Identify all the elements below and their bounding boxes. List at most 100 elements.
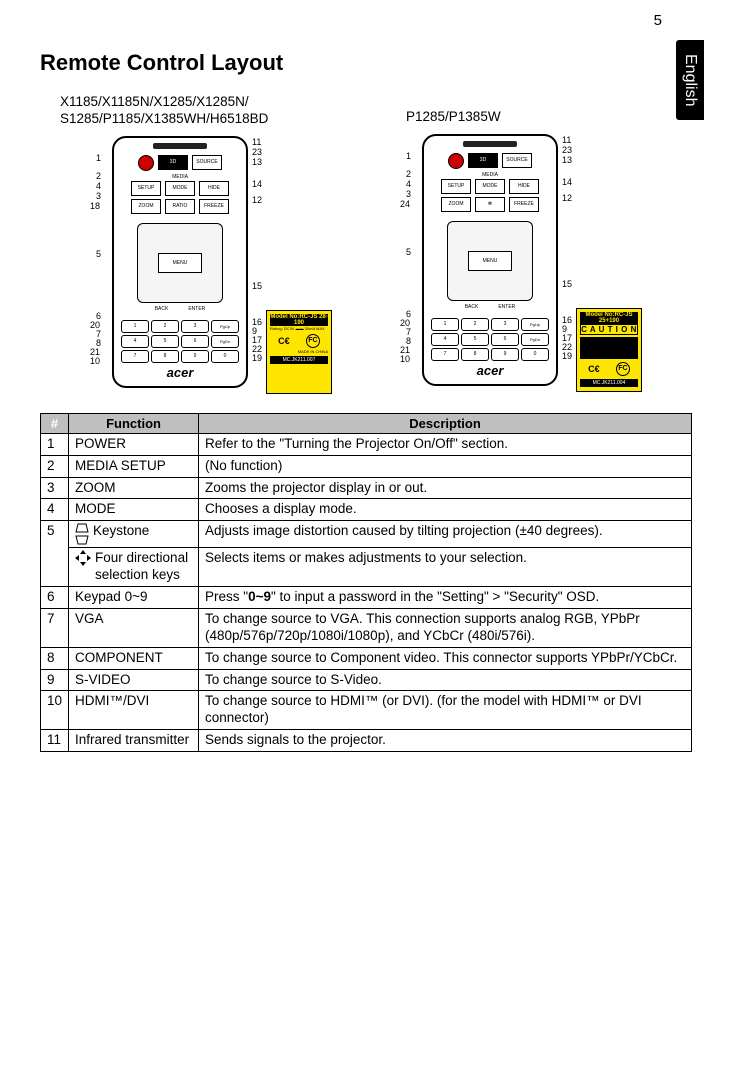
table-row: 8 COMPONENT To change source to Componen… — [41, 647, 692, 669]
callout: 5 — [96, 250, 101, 259]
callout: 12 — [252, 196, 262, 205]
cell-num: 11 — [41, 730, 69, 752]
cell-fn: MEDIA SETUP — [69, 455, 199, 477]
callout: 11 — [562, 136, 571, 145]
cell-num: 3 — [41, 477, 69, 499]
brand-logo: acer — [424, 363, 556, 378]
cell-desc: Sends signals to the projector. — [199, 730, 692, 752]
table-row: 6 Keypad 0~9 Press "0~9" to input a pass… — [41, 587, 692, 609]
callout: 1 — [96, 154, 101, 163]
callout: 12 — [562, 194, 572, 203]
callout: 23 — [252, 148, 262, 157]
cell-desc: Press "0~9" to input a password in the "… — [199, 587, 692, 609]
cell-num: 2 — [41, 455, 69, 477]
callout: 13 — [252, 158, 262, 167]
cell-desc: Refer to the "Turning the Projector On/O… — [199, 433, 692, 455]
callout: 19 — [562, 352, 572, 361]
table-row: 4 MODE Chooses a display mode. — [41, 499, 692, 521]
diagram-row: X1185/X1185N/X1285/X1285N/ S1285/P1185/X… — [60, 94, 692, 397]
cell-fn: ZOOM — [69, 477, 199, 499]
cell-fn: POWER — [69, 433, 199, 455]
cell-desc: (No function) — [199, 455, 692, 477]
cell-fn: COMPONENT — [69, 647, 199, 669]
diagram-left-label: X1185/X1185N/X1285/X1285N/ S1285/P1185/X… — [60, 94, 340, 128]
diagram-label-text: X1185/X1185N/X1285/X1285N/ — [60, 94, 249, 109]
diagram-right: P1285/P1385W 3DSOURCE MEDIA SETUPMODEHID… — [370, 94, 650, 397]
cell-num: 7 — [41, 608, 69, 647]
cell-num: 4 — [41, 499, 69, 521]
table-row: 2 MEDIA SETUP (No function) — [41, 455, 692, 477]
diagram-right-label: P1285/P1385W — [406, 109, 650, 126]
callout: 10 — [90, 357, 100, 366]
cell-desc: To change source to S-Video. — [199, 669, 692, 691]
callout: 3 — [406, 190, 411, 199]
cell-desc: To change source to HDMI™ (or DVI). (for… — [199, 691, 692, 730]
cell-desc: Selects items or makes adjustments to yo… — [199, 548, 692, 587]
sticker-footer: MC.JK211.004 — [580, 379, 638, 387]
caution-label: C A U T I O N — [580, 324, 638, 335]
callout: 23 — [562, 146, 572, 155]
callout: 18 — [90, 202, 100, 211]
callout: 19 — [252, 354, 262, 363]
table-row: 7 VGA To change source to VGA. This conn… — [41, 608, 692, 647]
table-row: 11 Infrared transmitter Sends signals to… — [41, 730, 692, 752]
sticker-footer: MC.JK211.007 — [270, 356, 328, 364]
page-title: Remote Control Layout — [40, 50, 692, 76]
desc-text: Press " — [205, 589, 248, 604]
diagram-left: X1185/X1185N/X1285/X1285N/ S1285/P1185/X… — [60, 94, 340, 397]
cell-num: 10 — [41, 691, 69, 730]
cell-num: 8 — [41, 647, 69, 669]
callout: 4 — [96, 182, 101, 191]
callout: 5 — [406, 248, 411, 257]
callout: 13 — [562, 156, 572, 165]
four-direction-icon — [75, 550, 91, 566]
cell-fn: MODE — [69, 499, 199, 521]
cell-desc: Adjusts image distortion caused by tilti… — [199, 521, 692, 548]
callout: 3 — [96, 192, 101, 201]
fn-text: Four directional selection keys — [95, 550, 192, 584]
callout: 11 — [252, 138, 261, 147]
table-row: 10 HDMI™/DVI To change source to HDMI™ (… — [41, 691, 692, 730]
callout: 10 — [400, 355, 410, 364]
callout: 15 — [252, 282, 262, 291]
col-header-desc: Description — [199, 413, 692, 433]
callout: 14 — [562, 178, 572, 187]
regulatory-sticker: Model No:RC-JS 28-190 Rating: DC3V ▬▬ 30… — [266, 310, 332, 394]
cell-fn: Infrared transmitter — [69, 730, 199, 752]
fn-text: Keystone — [93, 523, 149, 540]
cell-fn: Keypad 0~9 — [69, 587, 199, 609]
brand-logo: acer — [114, 365, 246, 380]
callout: 2 — [406, 170, 411, 179]
table-row: Four directional selection keys Selects … — [41, 548, 692, 587]
callout: 14 — [252, 180, 262, 189]
sticker-model: Model No:RC-JS 28-190 — [270, 314, 328, 326]
remote-illustration: 3DSOURCE MEDIA SETUPMODEHIDE ZOOMRATIOFR… — [112, 136, 248, 388]
cell-desc: To change source to VGA. This connection… — [199, 608, 692, 647]
table-row: 3 ZOOM Zooms the projector display in or… — [41, 477, 692, 499]
function-table: # Function Description 1 POWER Refer to … — [40, 413, 692, 752]
cell-num: 6 — [41, 587, 69, 609]
sticker-model: Model No:RC-JS 25+190 — [580, 312, 638, 324]
language-tab: English — [676, 40, 704, 120]
cell-fn: VGA — [69, 608, 199, 647]
page-number: 5 — [654, 12, 662, 29]
col-header-fn: Function — [69, 413, 199, 433]
callout: 15 — [562, 280, 572, 289]
diagram-label-text: P1285/P1385W — [406, 109, 501, 124]
regulatory-sticker: Model No:RC-JS 25+190 C A U T I O N C€FC… — [576, 308, 642, 392]
cell-fn: Keystone — [69, 521, 199, 548]
callout: 2 — [96, 172, 101, 181]
cell-fn: Four directional selection keys — [69, 548, 199, 587]
cell-num: 9 — [41, 669, 69, 691]
callout: 4 — [406, 180, 411, 189]
callout: 1 — [406, 152, 411, 161]
cell-fn: HDMI™/DVI — [69, 691, 199, 730]
cell-desc: Chooses a display mode. — [199, 499, 692, 521]
cell-num: 5 — [41, 521, 69, 587]
cell-desc: To change source to Component video. Thi… — [199, 647, 692, 669]
col-header-num: # — [41, 413, 69, 433]
cell-fn: S-VIDEO — [69, 669, 199, 691]
table-row: 1 POWER Refer to the "Turning the Projec… — [41, 433, 692, 455]
cell-desc: Zooms the projector display in or out. — [199, 477, 692, 499]
table-row: 5 Keystone Adjusts image distortion caus… — [41, 521, 692, 548]
